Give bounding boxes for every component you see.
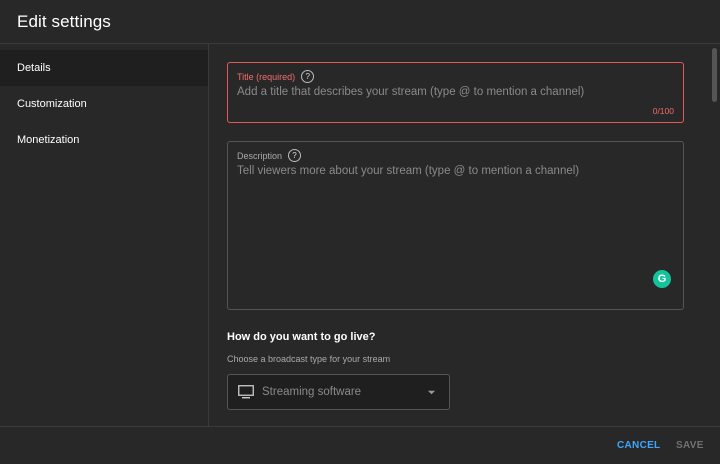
scrollbar[interactable] (710, 44, 720, 426)
dialog-header: Edit settings (0, 0, 720, 44)
chevron-down-icon (427, 390, 436, 394)
broadcast-type-select[interactable]: Streaming software (227, 374, 450, 410)
cancel-button[interactable]: CANCEL (617, 440, 660, 451)
description-field[interactable]: Description ? G (227, 141, 684, 310)
description-field-label: Description (237, 150, 283, 161)
broadcast-heading: How do you want to go live? (227, 331, 376, 343)
help-icon[interactable]: ? (288, 149, 302, 162)
title-field[interactable]: Title (required) ? 0/100 (227, 62, 684, 123)
title-char-count: 0/100 (652, 106, 674, 116)
sidebar-item-details[interactable]: Details (0, 50, 208, 86)
scrollbar-thumb[interactable] (712, 48, 717, 102)
broadcast-subheading: Choose a broadcast type for your stream (227, 354, 391, 364)
sidebar-nav: Details Customization Monetization (0, 44, 209, 426)
save-button[interactable]: SAVE (676, 440, 704, 451)
sidebar-item-customization[interactable]: Customization (0, 86, 208, 122)
dialog-title: Edit settings (17, 12, 111, 31)
description-input[interactable] (237, 165, 667, 285)
sidebar-item-monetization[interactable]: Monetization (0, 122, 208, 158)
broadcast-type-value: Streaming software (262, 386, 362, 398)
help-icon[interactable]: ? (301, 70, 315, 83)
title-field-label-row: Title (required) ? (237, 70, 315, 83)
description-field-label-row: Description ? (237, 149, 302, 162)
title-field-label: Title (required) (237, 71, 296, 82)
monitor-icon (238, 385, 254, 399)
title-input[interactable] (237, 86, 667, 98)
dialog-footer: CANCEL SAVE (0, 426, 720, 464)
details-panel: Title (required) ? 0/100 Description ? G… (209, 44, 710, 426)
grammarly-icon[interactable]: G (653, 270, 671, 288)
